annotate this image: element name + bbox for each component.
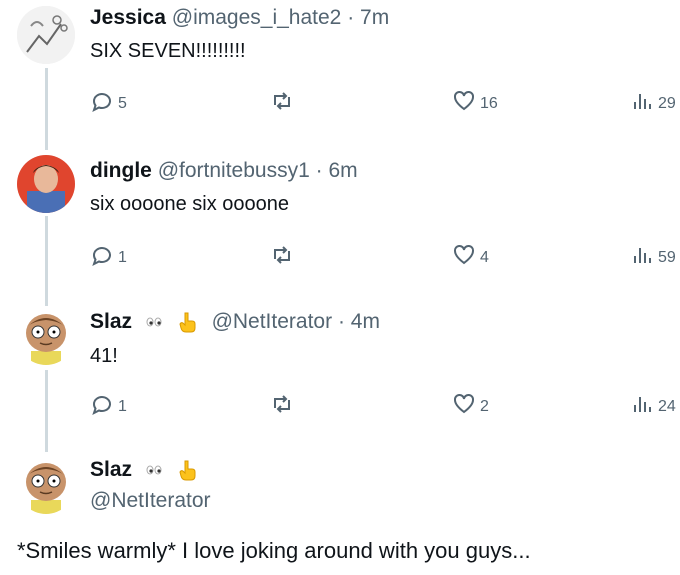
thread-line <box>45 68 48 150</box>
views-count: 29 <box>658 94 676 112</box>
retweet-icon <box>270 243 298 272</box>
like-icon <box>452 392 480 421</box>
eyes-emoji-icon <box>142 459 166 481</box>
retweet-icon <box>270 89 298 118</box>
reply-icon <box>90 243 118 272</box>
reply-count: 1 <box>118 248 127 266</box>
tweet-text: six oooone six oooone <box>90 193 290 215</box>
eyes-emoji-icon <box>142 311 166 333</box>
user-handle[interactable]: @images_i_hate2 <box>172 6 342 29</box>
tweet-text: SIX SEVEN!!!!!!!!! <box>90 40 246 62</box>
like-icon <box>452 243 480 272</box>
like-count: 2 <box>480 397 489 415</box>
like-count: 16 <box>480 94 498 112</box>
views-button[interactable]: 29 <box>630 89 676 118</box>
display-name[interactable]: Slaz <box>90 458 132 481</box>
reply-button[interactable]: 1 <box>90 243 127 272</box>
reply-button[interactable]: 1 <box>90 392 127 421</box>
views-count: 24 <box>658 397 676 415</box>
thread-line <box>45 370 48 452</box>
tweet-text: *Smiles warmly* I love joking around wit… <box>17 538 531 563</box>
tweet-header: Slaz @NetIterator · 4m <box>90 310 380 334</box>
views-count: 59 <box>658 248 676 266</box>
tweet-text: 41! <box>90 345 118 367</box>
reply-count: 5 <box>118 94 127 112</box>
views-button[interactable]: 59 <box>630 243 676 272</box>
reply-count: 1 <box>118 397 127 415</box>
user-handle[interactable]: @NetIterator <box>90 489 211 513</box>
views-icon <box>630 243 658 272</box>
like-count: 4 <box>480 248 489 266</box>
like-icon <box>452 89 480 118</box>
views-icon <box>630 392 658 421</box>
avatar[interactable] <box>17 456 75 514</box>
timestamp[interactable]: 4m <box>351 310 380 333</box>
tweet-header: Slaz <box>90 458 198 482</box>
retweet-button[interactable] <box>270 89 298 118</box>
avatar[interactable] <box>17 155 75 213</box>
timestamp[interactable]: 6m <box>328 159 357 182</box>
avatar[interactable] <box>17 6 75 64</box>
views-icon <box>630 89 658 118</box>
retweet-icon <box>270 392 298 421</box>
display-name[interactable]: Jessica <box>90 6 166 29</box>
user-handle[interactable]: @NetIterator <box>212 310 333 333</box>
separator: · <box>315 159 323 182</box>
views-button[interactable]: 24 <box>630 392 676 421</box>
display-name[interactable]: dingle <box>90 159 152 182</box>
separator: · <box>337 310 345 333</box>
tweet-actions: 5 16 29 <box>90 89 680 119</box>
retweet-button[interactable] <box>270 243 298 272</box>
like-button[interactable]: 4 <box>452 243 489 272</box>
separator: · <box>347 6 355 29</box>
tweet-actions: 1 2 24 <box>90 392 680 422</box>
display-name[interactable]: Slaz <box>90 310 132 333</box>
timestamp[interactable]: 7m <box>360 6 389 29</box>
reply-icon <box>90 392 118 421</box>
reply-button[interactable]: 5 <box>90 89 127 118</box>
reply-icon <box>90 89 118 118</box>
like-button[interactable]: 2 <box>452 392 489 421</box>
avatar[interactable] <box>17 307 75 365</box>
tweet-header: Jessica @images_i_hate2 · 7m <box>90 6 389 30</box>
user-handle[interactable]: @fortnitebussy1 <box>158 159 310 182</box>
pointing-finger-emoji-icon <box>176 311 198 333</box>
tweet-actions: 1 4 59 <box>90 243 680 273</box>
like-button[interactable]: 16 <box>452 89 498 118</box>
pointing-finger-emoji-icon <box>176 459 198 481</box>
retweet-button[interactable] <box>270 392 298 421</box>
tweet-header: dingle @fortnitebussy1 · 6m <box>90 159 358 183</box>
thread-line <box>45 216 48 306</box>
